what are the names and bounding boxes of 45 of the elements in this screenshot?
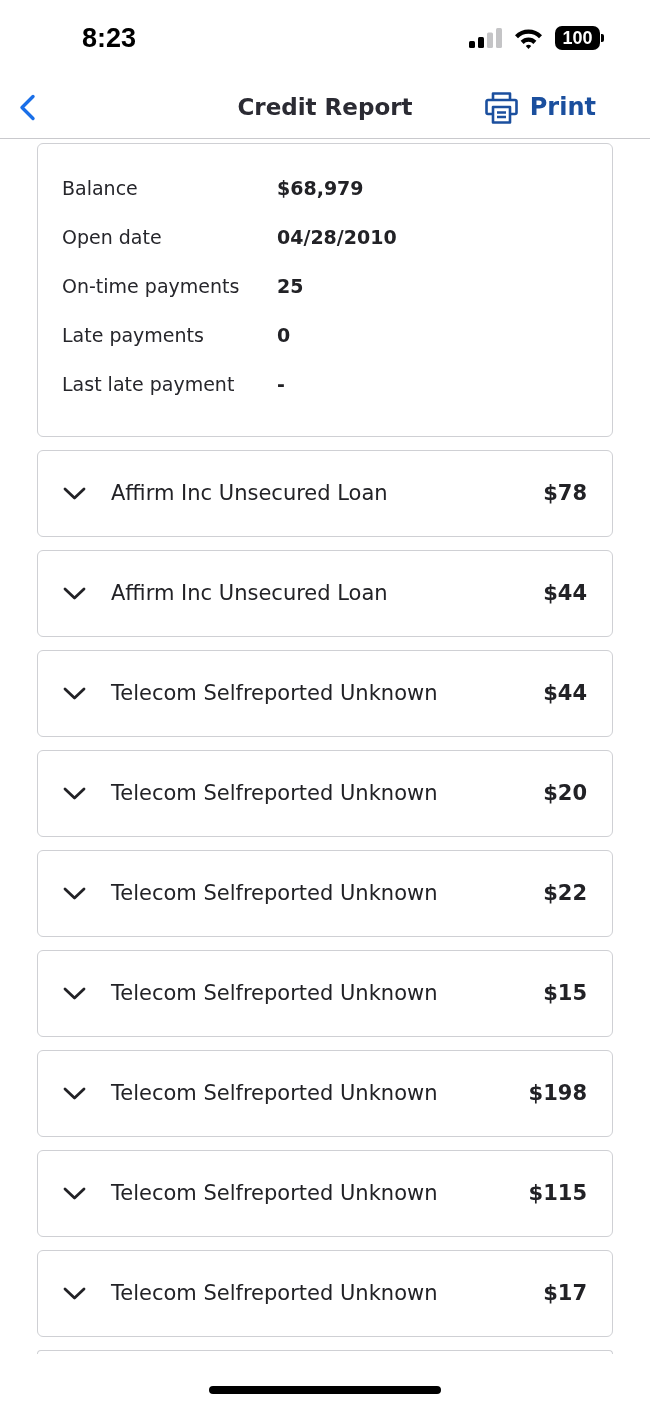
account-amount: $17 (543, 1279, 587, 1307)
account-amount: $115 (528, 1179, 587, 1207)
account-name: Telecom Selfreported Unknown (111, 779, 438, 807)
printer-icon (484, 90, 518, 124)
detail-label: Open date (62, 225, 163, 251)
account-card[interactable]: Telecom Selfreported Unknown $115 (37, 1150, 613, 1237)
account-amount: $44 (543, 579, 587, 607)
account-name: Affirm Inc Unsecured Loan (111, 579, 388, 607)
detail-label: Last late payment (62, 372, 236, 398)
print-button[interactable]: Print (484, 89, 596, 125)
account-amount: $44 (543, 679, 587, 707)
account-card[interactable]: Telecom Selfreported Unknown $15 (37, 950, 613, 1037)
account-card[interactable]: Telecom Selfreported Unknown $198 (37, 1050, 613, 1137)
account-amount: $15 (543, 979, 587, 1007)
signal-icon (469, 28, 502, 48)
battery-indicator: 100 (555, 26, 604, 50)
detail-label: On-time payments (62, 274, 241, 300)
account-name: Telecom Selfreported Unknown (111, 679, 438, 707)
account-name: Telecom Selfreported Unknown (111, 1079, 438, 1107)
detail-value: $68,979 (277, 176, 365, 202)
account-card[interactable]: Telecom Selfreported Unknown $44 (37, 650, 613, 737)
status-time: 8:23 (82, 21, 137, 55)
wifi-icon (514, 27, 543, 49)
back-chevron-icon (18, 93, 37, 121)
page-title: Credit Report (237, 92, 413, 122)
account-name: Telecom Selfreported Unknown (111, 979, 438, 1007)
account-name: Telecom Selfreported Unknown (111, 1279, 438, 1307)
account-name: Telecom Selfreported Unknown (111, 879, 438, 907)
account-amount: $20 (543, 779, 587, 807)
detail-value: - (277, 372, 286, 398)
detail-value: 0 (277, 323, 292, 349)
account-card[interactable]: Telecom Selfreported Unknown $17 (37, 1250, 613, 1337)
detail-value: 04/28/2010 (277, 225, 398, 251)
account-amount: $22 (543, 879, 587, 907)
account-amount: $78 (543, 479, 587, 507)
account-name: Affirm Inc Unsecured Loan (111, 479, 388, 507)
account-card[interactable]: Affirm Inc Unsecured Loan $78 (37, 450, 613, 537)
account-card[interactable]: Telecom Selfreported Unknown $22 (37, 850, 613, 937)
account-card[interactable]: Telecom Selfreported Unknown $20 (37, 750, 613, 837)
account-amount: $198 (528, 1079, 587, 1107)
detail-label: Balance (62, 176, 139, 202)
detail-value: 25 (277, 274, 305, 300)
account-name: Telecom Selfreported Unknown (111, 1179, 438, 1207)
detail-label: Late payments (62, 323, 205, 349)
account-card[interactable]: Affirm Inc Unsecured Loan $44 (37, 550, 613, 637)
